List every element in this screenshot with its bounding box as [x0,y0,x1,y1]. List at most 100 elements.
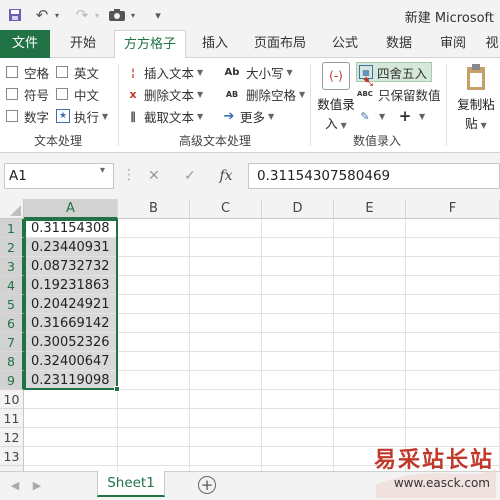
cell-a13[interactable] [24,447,118,466]
cell-d10[interactable] [262,390,334,409]
row-header-8[interactable]: 8 [0,352,24,371]
cell-a8[interactable]: 0.32400647 [24,352,118,371]
keep-values-button[interactable]: ABC 只保留数值 [356,84,440,104]
cell-c4[interactable] [190,276,262,295]
cell-d12[interactable] [262,428,334,447]
cell-a11[interactable] [24,409,118,428]
cell-b8[interactable] [118,352,190,371]
delete-text-button[interactable]: x 删除文本 ▼ [126,84,203,104]
tab-fangfanggezi[interactable]: 方方格子 [114,30,186,59]
cell-d1[interactable] [262,219,334,238]
redo-icon[interactable]: ↷ [72,5,92,25]
cell-d7[interactable] [262,333,334,352]
row-header-10[interactable]: 10 [0,390,24,409]
check-symbol[interactable]: 符号 [6,84,49,104]
tab-view[interactable]: 视 [484,30,500,58]
cell-a2[interactable]: 0.23440931 [24,238,118,257]
column-header-b[interactable]: B [118,199,190,219]
cell-a7[interactable]: 0.30052326 [24,333,118,352]
delete-space-button[interactable]: AB 删除空格 ▼ [222,84,305,104]
check-chinese[interactable]: 中文 [56,84,99,104]
cell-b2[interactable] [118,238,190,257]
cell-d2[interactable] [262,238,334,257]
cell-b1[interactable] [118,219,190,238]
sheet-prev-icon[interactable]: ◀ [8,478,22,494]
plus-button[interactable]: + ▼ [398,106,425,126]
column-header-f[interactable]: F [406,199,500,219]
tab-insert[interactable]: 插入 [192,30,238,58]
column-header-c[interactable]: C [190,199,262,219]
enter-icon[interactable]: ✓ [180,165,200,187]
select-all-corner[interactable] [0,199,24,219]
cell-e2[interactable] [334,238,406,257]
cell-e6[interactable] [334,314,406,333]
row-header-11[interactable]: 11 [0,409,24,428]
cell-f8[interactable] [406,352,500,371]
cell-b6[interactable] [118,314,190,333]
name-box-dropdown-icon[interactable]: ▾ [100,165,105,176]
row-header-13[interactable]: 13 [0,447,24,466]
insert-function-icon[interactable]: fx [216,165,236,187]
cell-e8[interactable] [334,352,406,371]
cell-a3[interactable]: 0.08732732 [24,257,118,276]
add-sheet-button[interactable]: + [198,476,216,494]
cell-f4[interactable] [406,276,500,295]
edit-button[interactable]: ✎ ▼ [358,106,385,126]
tab-formulas[interactable]: 公式 [322,30,368,58]
check-english[interactable]: 英文 [56,62,99,82]
cell-a10[interactable] [24,390,118,409]
tab-file[interactable]: 文件 [0,30,50,58]
cell-e3[interactable] [334,257,406,276]
insert-text-button[interactable]: ¦ 插入文本 ▼ [126,62,203,82]
execute-button[interactable]: ★ 执行 ▼ [56,106,108,126]
sheet-tab-sheet1[interactable]: Sheet1 [97,471,165,497]
row-header-1[interactable]: 1 [0,219,24,238]
cell-b13[interactable] [118,447,190,466]
cell-f3[interactable] [406,257,500,276]
column-header-a[interactable]: A [24,199,118,219]
customize-icon[interactable]: ▾ [150,5,166,25]
drag-handle-icon[interactable]: ⋮ [122,167,136,183]
cell-d8[interactable] [262,352,334,371]
cell-c3[interactable] [190,257,262,276]
row-header-12[interactable]: 12 [0,428,24,447]
cell-c6[interactable] [190,314,262,333]
tab-review[interactable]: 审阅 [430,30,476,58]
cell-a12[interactable] [24,428,118,447]
cell-f9[interactable] [406,371,500,390]
save-icon[interactable] [6,5,24,25]
cell-c10[interactable] [190,390,262,409]
value-entry-button[interactable]: (-) 数值录 入 ▼ [316,60,356,131]
sheet-next-icon[interactable]: ▶ [30,478,44,494]
cell-e4[interactable] [334,276,406,295]
cell-b11[interactable] [118,409,190,428]
cell-b12[interactable] [118,428,190,447]
cell-e11[interactable] [334,409,406,428]
camera-icon[interactable] [106,5,128,25]
cell-a4[interactable]: 0.19231863 [24,276,118,295]
cell-d6[interactable] [262,314,334,333]
cell-a9[interactable]: 0.23119098 [24,371,118,390]
cell-c1[interactable] [190,219,262,238]
cell-e1[interactable] [334,219,406,238]
cell-c12[interactable] [190,428,262,447]
cell-b4[interactable] [118,276,190,295]
undo-icon[interactable]: ↶ [32,5,52,25]
cell-a5[interactable]: 0.20424921 [24,295,118,314]
case-button[interactable]: Ab 大小写 ▼ [222,62,293,82]
copy-paste-button[interactable]: 复制粘 贴 ▼ [452,60,500,131]
row-header-3[interactable]: 3 [0,257,24,276]
cell-e5[interactable] [334,295,406,314]
row-header-5[interactable]: 5 [0,295,24,314]
column-header-e[interactable]: E [334,199,406,219]
cell-c5[interactable] [190,295,262,314]
redo-dropdown-icon[interactable]: ▾ [92,5,102,25]
name-box[interactable]: A1 [4,163,114,189]
cell-d9[interactable] [262,371,334,390]
check-number[interactable]: 数字 [6,106,49,126]
check-space[interactable]: 空格 [6,62,49,82]
cell-d11[interactable] [262,409,334,428]
cell-c9[interactable] [190,371,262,390]
more-button[interactable]: ➔ 更多 ▼ [222,106,275,126]
cell-d3[interactable] [262,257,334,276]
